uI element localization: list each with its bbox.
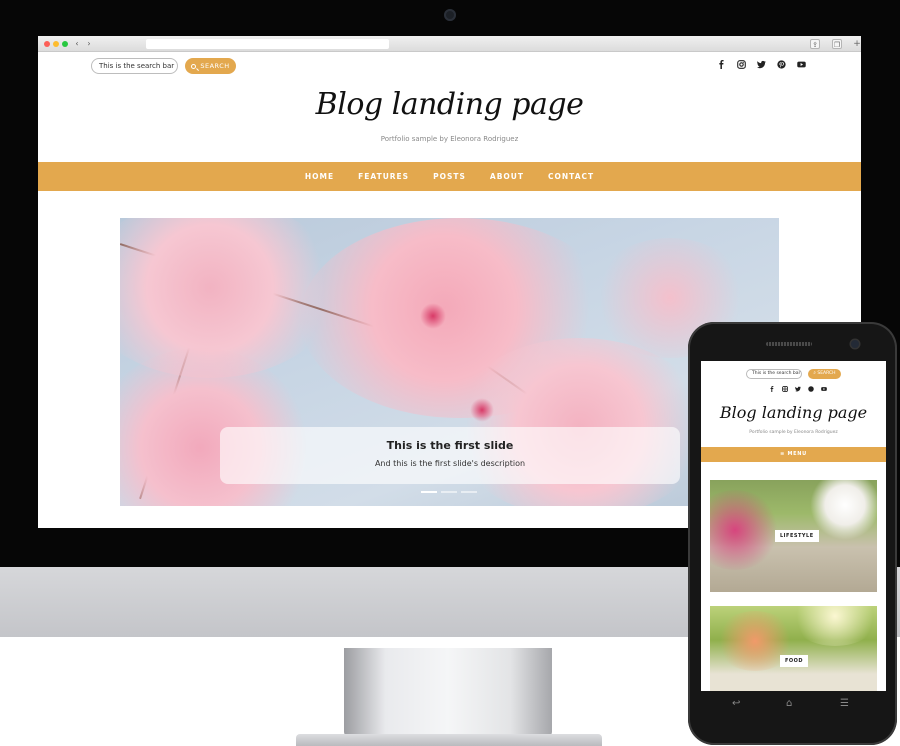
minimize-window-button[interactable]	[53, 41, 59, 47]
post-card-food[interactable]: FOOD	[710, 606, 877, 691]
nav-item-contact[interactable]: CONTACT	[548, 172, 594, 181]
address-bar[interactable]	[146, 39, 389, 49]
facebook-icon[interactable]	[717, 60, 726, 69]
chevron-left-icon[interactable]: ‹	[72, 39, 82, 49]
mobile-search-button-label: SEARCH	[817, 371, 836, 376]
category-label: FOOD	[780, 655, 809, 667]
back-icon[interactable]: ↩	[732, 698, 740, 709]
slide-title: This is the first slide	[386, 439, 514, 452]
pinterest-icon[interactable]	[777, 60, 786, 69]
card-image-shape	[810, 480, 877, 540]
youtube-icon[interactable]	[821, 386, 827, 392]
slide-indicators	[421, 491, 477, 493]
tabs-icon[interactable]: ❐	[832, 39, 842, 49]
nav-item-home[interactable]: HOME	[305, 172, 334, 181]
site-subtitle: Portfolio sample by Eleonora Rodriguez	[380, 135, 519, 143]
slide-description: And this is the first slide's descriptio…	[374, 459, 526, 468]
twitter-icon[interactable]	[757, 60, 766, 69]
mobile-social-links	[769, 386, 827, 392]
nav-item-about[interactable]: ABOUT	[490, 172, 524, 181]
search-icon	[191, 63, 197, 69]
card-image-shape	[790, 606, 877, 646]
main-navigation: HOME FEATURES POSTS ABOUT CONTACT	[38, 162, 861, 191]
search-button-label: SEARCH	[200, 62, 230, 70]
instagram-icon[interactable]	[782, 386, 788, 392]
mobile-search-button[interactable]: ⌕ SEARCH	[808, 369, 841, 379]
site-title: Blog landing page	[315, 87, 584, 122]
nav-item-features[interactable]: FEATURES	[358, 172, 409, 181]
mobile-menu-button[interactable]: ≡ MENU	[701, 447, 886, 462]
nav-item-posts[interactable]: POSTS	[433, 172, 466, 181]
browser-toolbar: ‹ › ⇪ ❐ +	[38, 36, 861, 52]
chevron-right-icon[interactable]: ›	[84, 39, 94, 49]
home-icon[interactable]: ⌂	[786, 698, 792, 709]
new-tab-icon[interactable]: +	[852, 39, 861, 49]
category-label: LIFESTYLE	[775, 530, 819, 542]
phone-device: This is the search bar ⌕ SEARCH Blog lan…	[688, 322, 897, 745]
zoom-window-button[interactable]	[62, 41, 68, 47]
youtube-icon[interactable]	[797, 60, 806, 69]
facebook-icon[interactable]	[769, 386, 775, 392]
blossom-bud	[420, 303, 446, 329]
social-links	[717, 60, 806, 72]
twitter-icon[interactable]	[795, 386, 801, 392]
camera-icon	[851, 340, 859, 348]
close-window-button[interactable]	[44, 41, 50, 47]
mobile-search-input[interactable]: This is the search bar	[746, 369, 802, 379]
post-card-lifestyle[interactable]: LIFESTYLE	[710, 480, 877, 592]
search-input[interactable]: This is the search bar	[91, 58, 178, 74]
imac-stand	[344, 648, 552, 736]
slide-caption: This is the first slide And this is the …	[220, 427, 680, 484]
slide-indicator[interactable]	[441, 491, 457, 493]
slide-indicator[interactable]	[421, 491, 437, 493]
slide-indicator[interactable]	[461, 491, 477, 493]
camera-icon	[444, 9, 456, 21]
phone-navigation-bar: ↩ ⌂ ☰	[688, 694, 897, 718]
search-button[interactable]: SEARCH	[185, 58, 236, 74]
pinterest-icon[interactable]	[808, 386, 814, 392]
phone-speaker	[766, 342, 812, 346]
mobile-screen: This is the search bar ⌕ SEARCH Blog lan…	[701, 361, 886, 691]
hero-slider[interactable]: This is the first slide And this is the …	[120, 218, 779, 506]
recent-apps-icon[interactable]: ☰	[840, 698, 849, 709]
imac-stand-base	[296, 734, 602, 746]
share-icon[interactable]: ⇪	[810, 39, 820, 49]
card-image-shape	[710, 490, 780, 570]
device-mockup-stage: ‹ › ⇪ ❐ + This is the search bar SEARCH …	[0, 0, 900, 746]
mobile-site-title: Blog landing page	[719, 403, 868, 422]
instagram-icon[interactable]	[737, 60, 746, 69]
blossom-bud	[470, 398, 494, 422]
mobile-site-subtitle: Portfolio sample by Eleonora Rodriguez	[749, 430, 838, 435]
